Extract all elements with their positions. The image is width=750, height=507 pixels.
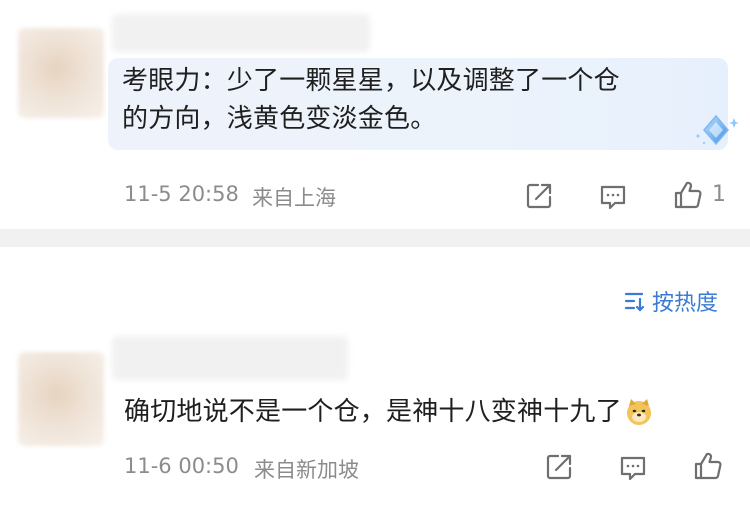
comment-time: 11-5 20:58 [124, 182, 239, 206]
thumbs-up-icon[interactable] [692, 450, 724, 482]
comment-location: 来自上海 [252, 186, 336, 210]
comment-icon[interactable] [618, 453, 648, 483]
sort-by-hot-button[interactable]: 按热度 [622, 286, 718, 316]
comment-time: 11-6 00:50 [124, 454, 239, 478]
avatar[interactable] [18, 28, 104, 118]
comment-icon[interactable] [598, 182, 628, 212]
sort-lines-icon [622, 288, 648, 314]
comment-location: 来自新加坡 [254, 458, 359, 482]
share-icon[interactable] [544, 452, 574, 482]
comment-text-row: 确切地说不是一个仓，是神十八变神十九了 [124, 392, 654, 432]
comment-text: 确切地说不是一个仓，是神十八变神十九了 [124, 397, 622, 427]
share-icon[interactable] [524, 181, 554, 211]
thumbs-up-icon[interactable] [672, 179, 704, 211]
comment-text-line1: 考眼力：少了一颗星星，以及调整了一个仓 [122, 66, 620, 96]
diamond-sparkle-icon [690, 112, 742, 152]
username-blurred[interactable] [112, 336, 348, 380]
sort-label: 按热度 [652, 291, 719, 316]
username-blurred[interactable] [112, 14, 370, 52]
like-count: 1 [712, 182, 726, 207]
comment-text-line2: 的方向，浅黄色变淡金色。 [122, 104, 437, 134]
section-divider [0, 229, 750, 247]
avatar[interactable] [18, 352, 104, 446]
doge-emoji-icon [624, 397, 654, 427]
